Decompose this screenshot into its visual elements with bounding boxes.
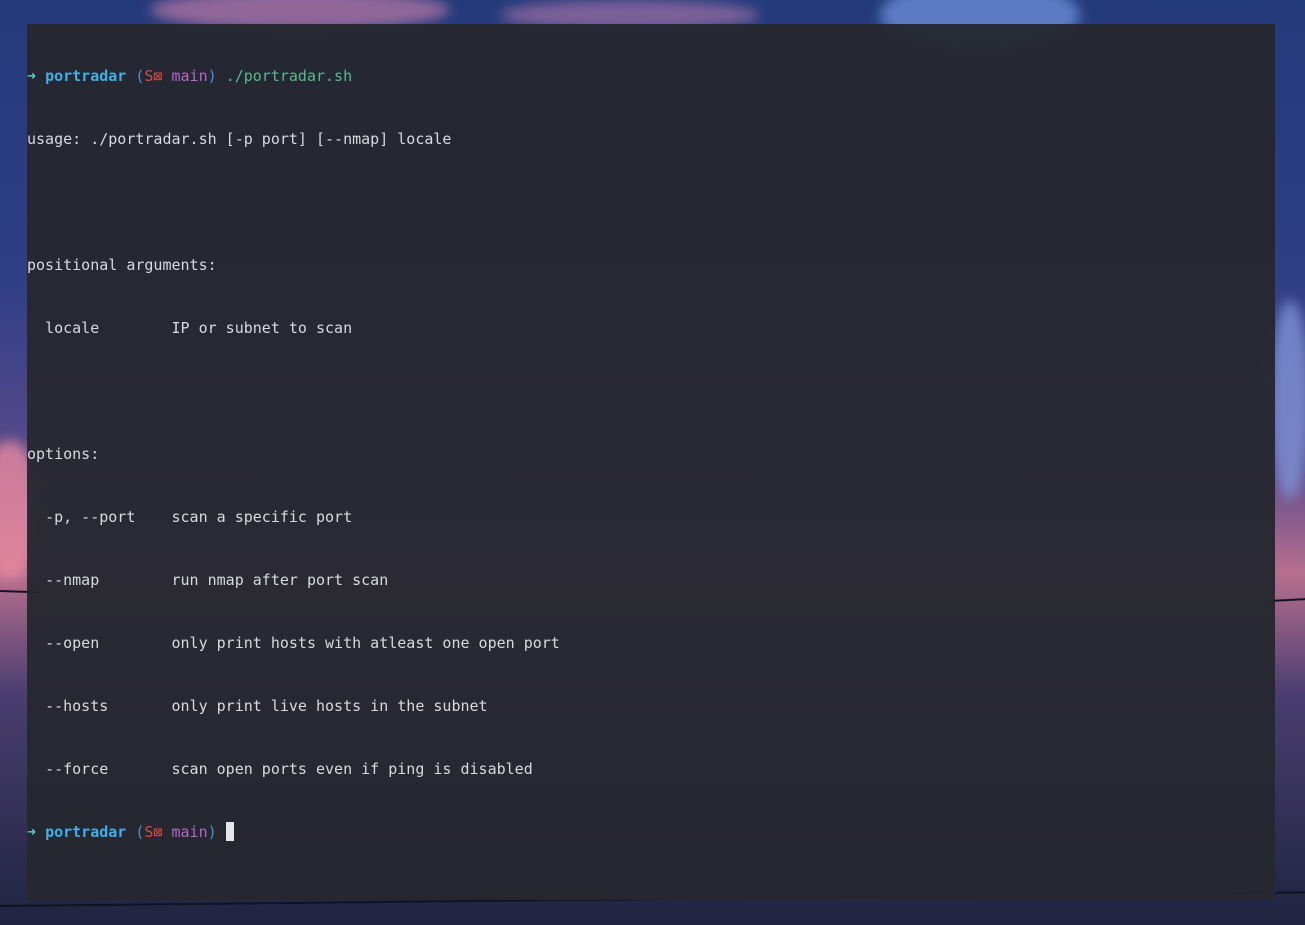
terminal-window[interactable]: ➜ portradar (S⊠ main) ./portradar.sh usa…	[27, 24, 1275, 900]
git-status-icon: S⊠	[144, 823, 163, 841]
option-row: --force scan open ports even if ping is …	[27, 759, 1275, 780]
option-description: only print hosts with atleast one open p…	[171, 634, 560, 652]
option-row: --open only print hosts with atleast one…	[27, 633, 1275, 654]
option-flag: --hosts	[45, 697, 109, 715]
prompt-arrow-icon: ➜	[27, 67, 37, 85]
prompt-line-2[interactable]: ➜ portradar (S⊠ main)	[27, 822, 1275, 843]
option-flag: -p, --port	[45, 508, 136, 526]
arg-flag: locale	[45, 319, 100, 337]
usage-line: usage: ./portradar.sh [-p port] [--nmap]…	[27, 130, 452, 148]
prompt-line-1: ➜ portradar (S⊠ main) ./portradar.sh	[27, 66, 1275, 87]
option-flag: --nmap	[45, 571, 100, 589]
wallpaper-power-line	[1269, 597, 1305, 602]
option-description: scan a specific port	[171, 508, 353, 526]
option-row: --nmap run nmap after port scan	[27, 570, 1275, 591]
terminal-output[interactable]: ➜ portradar (S⊠ main) ./portradar.sh usa…	[27, 24, 1275, 885]
options-header: options:	[27, 445, 100, 463]
option-description: only print live hosts in the subnet	[171, 697, 488, 715]
prompt-directory: portradar	[45, 67, 127, 85]
positional-row: locale IP or subnet to scan	[27, 318, 1275, 339]
entered-command: ./portradar.sh	[225, 67, 353, 85]
prompt-arrow-icon: ➜	[27, 823, 37, 841]
git-close-paren: )	[207, 67, 217, 85]
option-flag: --open	[45, 634, 100, 652]
git-branch: main	[171, 823, 208, 841]
option-description: run nmap after port scan	[171, 571, 389, 589]
arg-description: IP or subnet to scan	[171, 319, 353, 337]
option-row: --hosts only print live hosts in the sub…	[27, 696, 1275, 717]
option-description: scan open ports even if ping is disabled	[171, 760, 533, 778]
positional-header: positional arguments:	[27, 256, 217, 274]
git-status-icon: S⊠	[144, 67, 163, 85]
option-flag: --force	[45, 760, 109, 778]
prompt-directory: portradar	[45, 823, 127, 841]
option-row: -p, --port scan a specific port	[27, 507, 1275, 528]
git-branch: main	[171, 67, 208, 85]
git-close-paren: )	[207, 823, 217, 841]
text-cursor[interactable]	[225, 822, 234, 841]
wallpaper-cloud	[1270, 300, 1305, 500]
